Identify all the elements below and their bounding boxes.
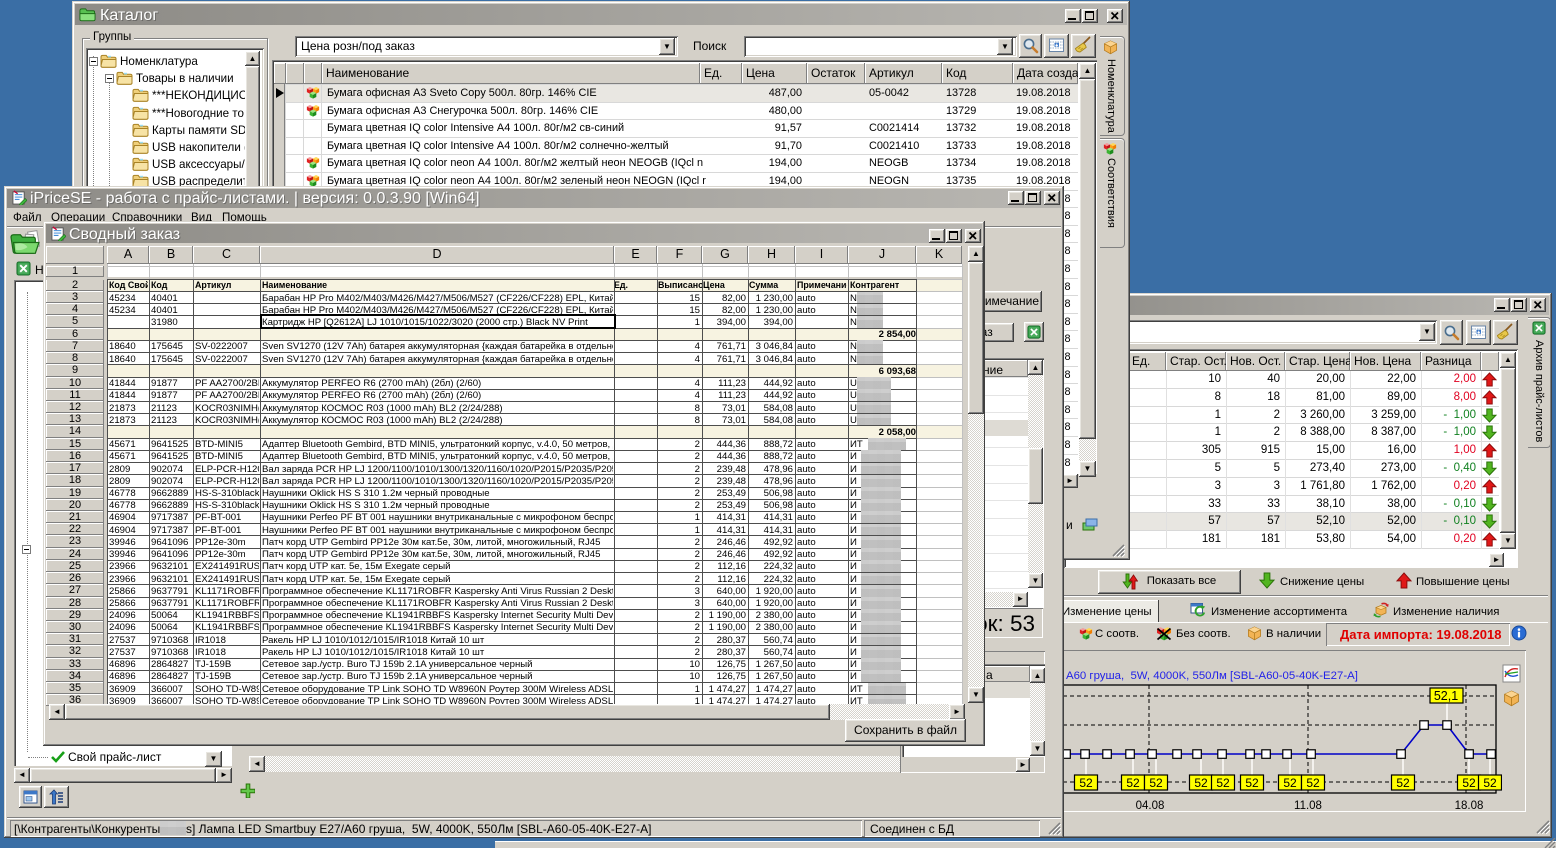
svg-text:04.08: 04.08 [1136, 800, 1165, 812]
svg-text:11.08: 11.08 [1294, 800, 1322, 812]
svg-text:52: 52 [1216, 776, 1230, 790]
svg-text:52: 52 [1149, 776, 1163, 790]
svg-text:52: 52 [1245, 776, 1259, 790]
svg-text:52: 52 [1483, 776, 1497, 790]
svg-text:52: 52 [1306, 776, 1320, 790]
svg-text:52: 52 [1126, 776, 1140, 790]
svg-text:52: 52 [1462, 776, 1476, 790]
svg-text:18.08: 18.08 [1455, 800, 1484, 812]
svg-text:52: 52 [1396, 776, 1410, 790]
svg-text:52: 52 [1194, 776, 1208, 790]
svg-text:52: 52 [1079, 776, 1093, 790]
svg-text:52,1: 52,1 [1434, 689, 1458, 703]
svg-text:52: 52 [1283, 776, 1297, 790]
